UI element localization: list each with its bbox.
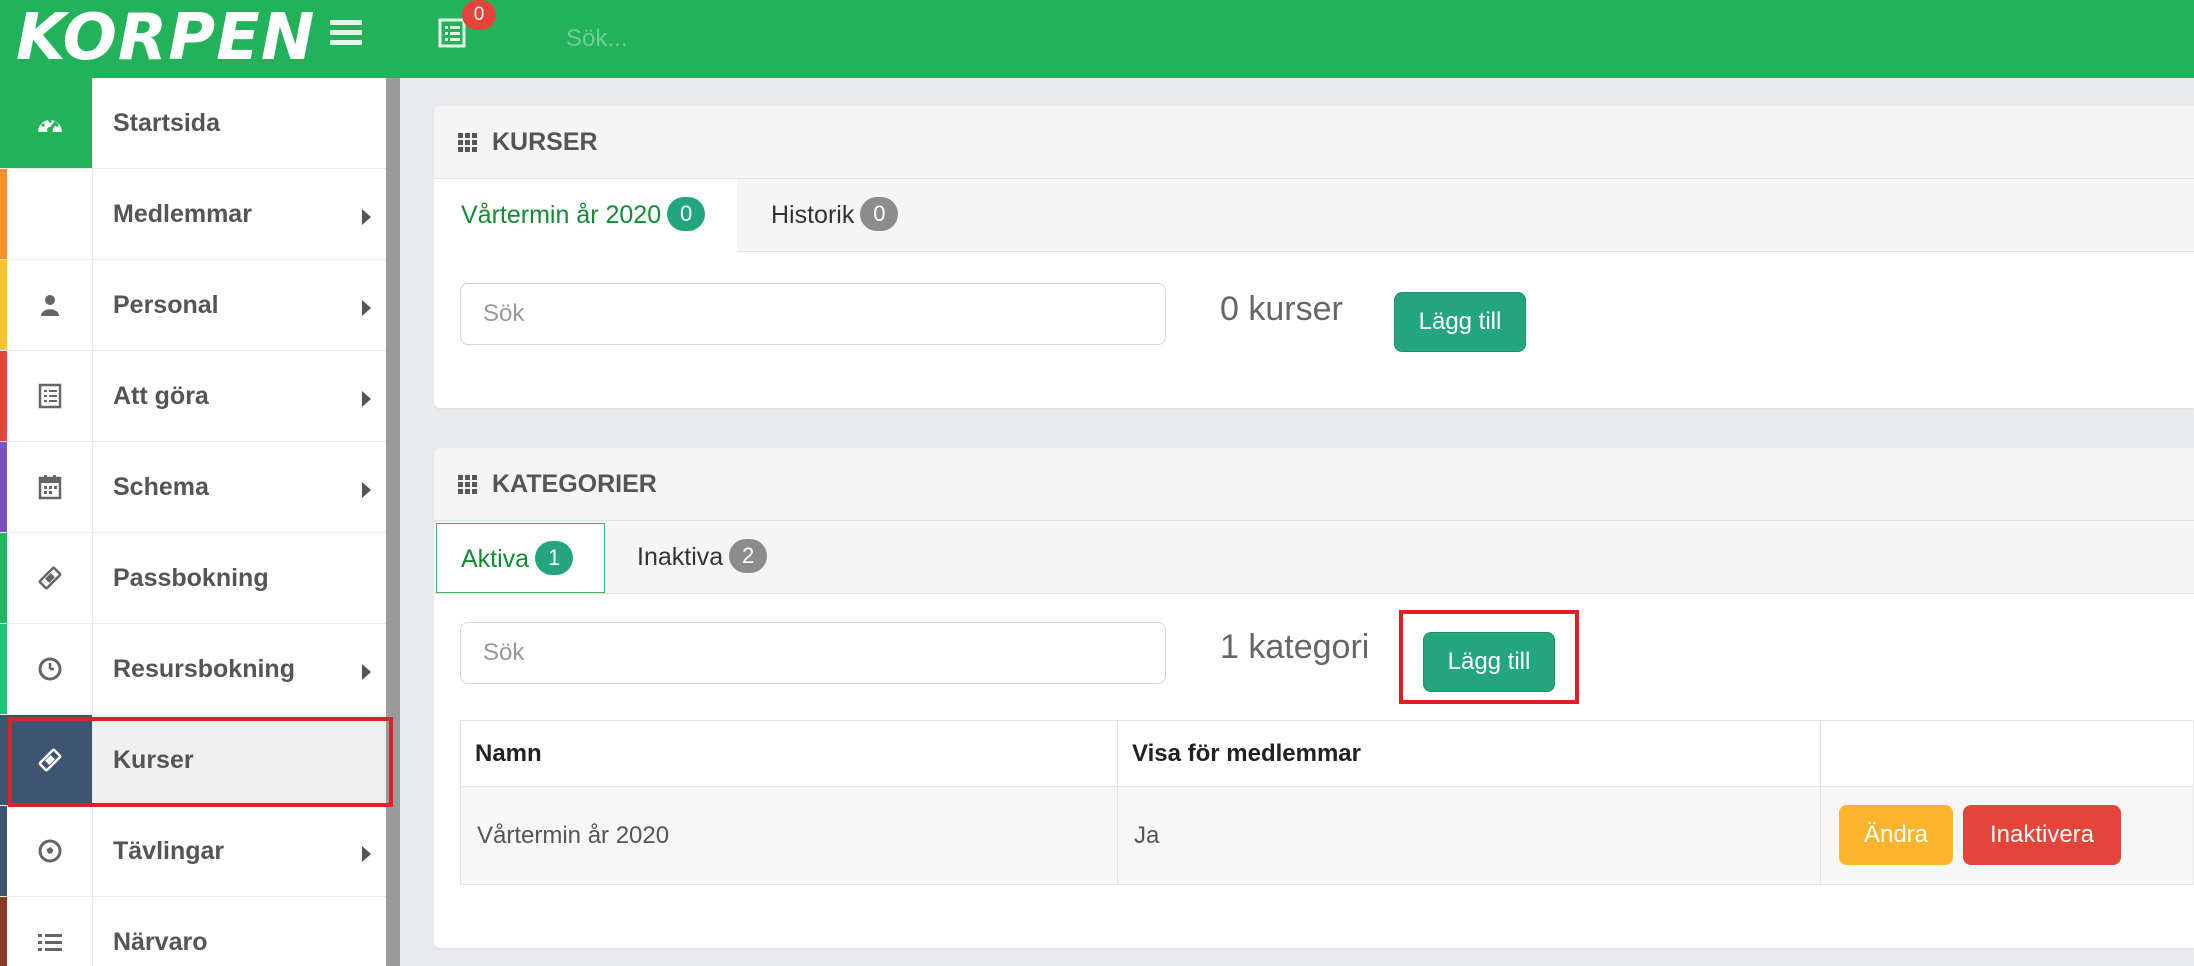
caret-right-icon [362,482,371,498]
sidebar-item-att-gora[interactable]: Att göra [0,351,386,442]
sidebar-item-label: Resursbokning [113,655,295,683]
categories-table: Namn Visa för medlemmar Vårtermin år 202… [460,720,2194,885]
count-badge: 0 [667,197,706,232]
column-header-visible: Visa för medlemmar [1117,720,1821,787]
logo[interactable]: KORPEN [16,2,315,74]
sidebar-item-resursbokning[interactable]: Resursbokning [0,624,386,715]
sidebar-item-label: Att göra [113,382,209,410]
soccer-ball-icon [7,806,93,896]
grid-icon [458,133,478,153]
tab-inaktiva[interactable]: Inaktiva 2 [637,521,797,594]
ticket-icon [7,715,93,805]
categories-search-input[interactable] [460,622,1166,684]
column-header-actions [1820,720,2194,787]
task-list-icon[interactable] [438,18,466,50]
sidebar-item-label: Passbokning [113,564,269,592]
courses-header: KURSER [434,106,2194,179]
ticket-icon [7,533,93,623]
courses-count: 0 kurser [1220,290,1343,328]
sidebar-item-label: Tävlingar [113,837,225,865]
caret-right-icon [362,664,371,680]
courses-tabs: Vårtermin år 2020 0 Historik 0 [434,179,2194,253]
categories-panel: KATEGORIER Aktiva1 Inaktiva2 1 kategori … [434,448,2194,948]
column-header-name: Namn [460,720,1118,787]
top-bar: KORPEN 0 [0,0,2194,78]
notification-badge: 0 [462,0,496,30]
sidebar-item-startsida[interactable]: Startsida [0,78,386,169]
sidebar-item-kurser[interactable]: Kurser [0,715,386,806]
edit-button[interactable]: Ändra [1839,805,1953,865]
calendar-icon [7,442,93,532]
sidebar-item-label: Närvaro [113,928,208,956]
checklist-icon [7,351,93,441]
deactivate-button[interactable]: Inaktivera [1963,805,2121,865]
sidebar-item-label: Medlemmar [113,200,252,228]
list-icon [7,897,93,966]
courses-panel: KURSER Vårtermin år 20200 Historik0 0 ku… [434,106,2194,408]
sidebar-item-personal[interactable]: Personal [0,260,386,351]
dashboard-icon [7,78,93,168]
sidebar-item-label: Schema [113,473,209,501]
categories-title: KATEGORIER [492,470,657,498]
table-row: Vårtermin år 2020 Ja Ändra Inaktivera [460,786,2194,885]
sidebar-item-label: Personal [113,291,219,319]
tab-vartermin[interactable]: Vårtermin år 2020 0 [434,179,737,253]
sidebar-item-passbokning[interactable]: Passbokning [0,533,386,624]
count-badge: 1 [535,541,574,576]
courses-title: KURSER [492,128,598,156]
categories-count: 1 kategori [1220,628,1370,666]
tab-aktiva[interactable]: Aktiva 1 [436,523,605,593]
grid-icon [458,475,478,495]
cell-visible: Ja [1117,786,1821,885]
users-icon [7,169,93,259]
sidebar-item-schema[interactable]: Schema [0,442,386,533]
count-badge: 2 [729,539,768,574]
caret-right-icon [362,300,371,316]
sidebar-item-label: Kurser [113,746,194,774]
sidebar-item-label: Startsida [113,109,220,137]
table-header-row: Namn Visa för medlemmar [460,720,2194,787]
sidebar: Startsida Medlemmar Personal Att göra Sc… [0,78,390,966]
menu-toggle-icon[interactable] [330,20,362,48]
categories-tabs: Aktiva 1 Inaktiva 2 [434,521,2194,594]
tab-historik[interactable]: Historik 0 [771,179,931,252]
global-search-input[interactable] [566,18,1086,60]
caret-right-icon [362,391,371,407]
user-icon [7,260,93,350]
caret-right-icon [362,209,371,225]
count-badge: 0 [860,197,899,232]
add-category-button[interactable]: Lägg till [1423,632,1555,692]
sidebar-item-medlemmar[interactable]: Medlemmar [0,169,386,260]
cell-name: Vårtermin år 2020 [460,786,1118,885]
sidebar-item-narvaro[interactable]: Närvaro [0,897,386,966]
clock-icon [7,624,93,714]
sidebar-scrollbar[interactable] [386,78,400,966]
categories-header: KATEGORIER [434,448,2194,521]
cell-actions: Ändra Inaktivera [1820,786,2194,885]
courses-search-input[interactable] [460,283,1166,345]
sidebar-item-tavlingar[interactable]: Tävlingar [0,806,386,897]
caret-right-icon [362,846,371,862]
add-course-button[interactable]: Lägg till [1394,292,1526,352]
